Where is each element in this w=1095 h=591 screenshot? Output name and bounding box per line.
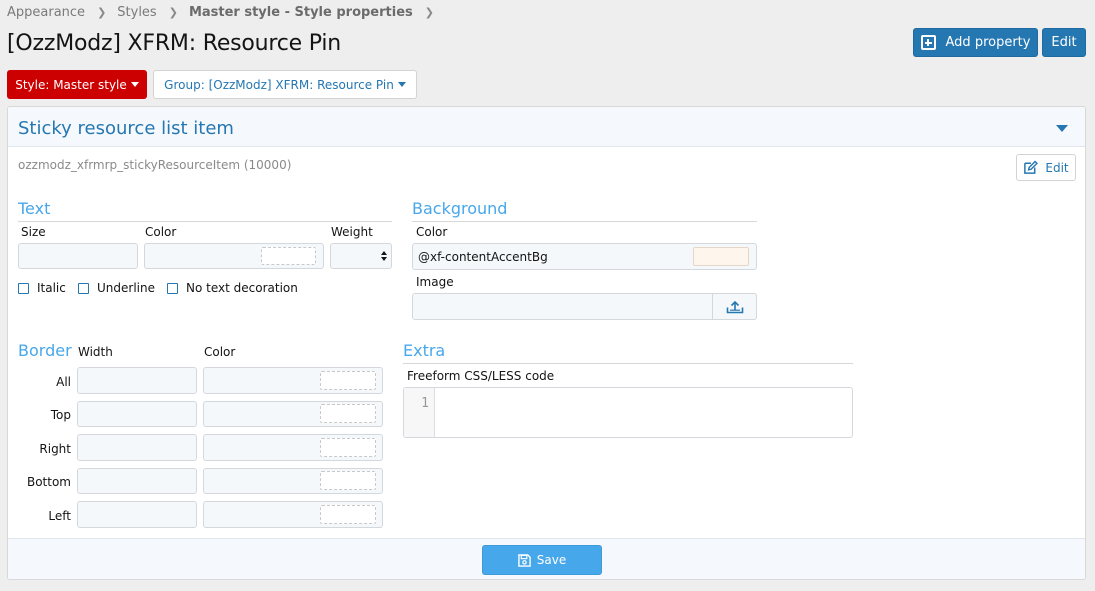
border-bottom-color-swatch[interactable] <box>320 471 376 490</box>
property-panel: Sticky resource list item ozzmodz_xfrmrp… <box>7 106 1086 580</box>
border-section-title: Border <box>18 341 72 360</box>
border-row-label: Bottom <box>26 475 71 489</box>
breadcrumb: Appearance ❯ Styles ❯ Master style - Sty… <box>7 3 445 21</box>
page-title: [OzzModz] XFRM: Resource Pin <box>7 31 342 56</box>
save-label: Save <box>536 553 567 567</box>
background-section-title: Background <box>412 199 508 218</box>
group-filter-label: Group: [OzzModz] XFRM: Resource Pin <box>164 77 394 92</box>
italic-label: Italic <box>37 281 66 295</box>
panel-footer: Save <box>8 538 1085 579</box>
save-button[interactable]: Save <box>482 545 602 575</box>
border-row-label: All <box>56 375 71 389</box>
chevron-right-icon: ❯ <box>424 5 434 19</box>
background-color-swatch[interactable] <box>693 247 749 266</box>
edit-property-button[interactable]: Edit <box>1016 154 1076 181</box>
add-property-button[interactable]: Add property <box>913 28 1038 57</box>
edit-property-label: Edit <box>1045 160 1069 175</box>
chevron-right-icon: ❯ <box>168 5 178 19</box>
checkbox-icon <box>167 282 178 294</box>
style-filter-label: Style: Master style <box>15 77 127 92</box>
checkbox-icon <box>78 282 89 294</box>
text-size-label: Size <box>21 225 46 239</box>
add-property-label: Add property <box>945 35 1031 50</box>
italic-checkbox[interactable]: Italic <box>18 281 66 295</box>
underline-label: Underline <box>97 281 155 295</box>
select-arrows-icon <box>381 251 387 261</box>
text-color-label: Color <box>145 225 177 239</box>
checkbox-icon <box>18 282 29 294</box>
border-top-width-input[interactable] <box>77 401 197 427</box>
no-decoration-checkbox[interactable]: No text decoration <box>167 281 298 295</box>
border-left-color-swatch[interactable] <box>320 505 376 524</box>
background-section-rule <box>412 221 757 222</box>
border-row-label: Top <box>50 408 71 422</box>
border-right-width-input[interactable] <box>77 434 197 461</box>
edit-label: Edit <box>1051 35 1077 50</box>
border-right-color-swatch[interactable] <box>320 438 376 457</box>
plus-square-icon <box>920 35 936 50</box>
border-bottom-width-input[interactable] <box>77 468 197 494</box>
no-decoration-label: No text decoration <box>186 281 298 295</box>
background-color-label: Color <box>416 225 448 239</box>
upload-button[interactable] <box>712 293 757 320</box>
style-filter-button[interactable]: Style: Master style <box>7 70 147 99</box>
text-color-swatch[interactable] <box>261 247 316 265</box>
text-section-title: Text <box>18 199 51 218</box>
collapse-caret-icon[interactable] <box>1056 125 1068 132</box>
text-section-rule <box>18 221 392 222</box>
chevron-right-icon: ❯ <box>97 5 107 19</box>
save-icon <box>517 553 531 567</box>
line-number: 1 <box>421 396 429 411</box>
underline-checkbox[interactable]: Underline <box>78 281 155 295</box>
extra-section-rule <box>403 363 853 364</box>
border-top-color-swatch[interactable] <box>320 404 376 423</box>
border-left-width-input[interactable] <box>77 501 197 528</box>
text-weight-label: Weight <box>331 225 373 239</box>
border-all-color-swatch[interactable] <box>320 371 376 390</box>
breadcrumb-style-properties[interactable]: Master style - Style properties <box>189 5 413 20</box>
border-all-width-input[interactable] <box>77 367 197 394</box>
breadcrumb-appearance[interactable]: Appearance <box>7 5 85 20</box>
panel-header[interactable]: Sticky resource list item <box>8 107 1085 147</box>
text-size-input[interactable] <box>18 243 138 269</box>
freeform-css-editor[interactable]: 1 <box>403 387 853 438</box>
code-gutter: 1 <box>404 388 435 437</box>
border-row-label: Left <box>48 509 71 523</box>
edit-button[interactable]: Edit <box>1042 28 1086 57</box>
freeform-css-label: Freeform CSS/LESS code <box>407 369 555 383</box>
background-image-input[interactable] <box>412 293 757 320</box>
extra-section-title: Extra <box>403 341 446 360</box>
text-weight-select[interactable] <box>330 243 392 269</box>
edit-icon <box>1024 160 1039 174</box>
border-row-label: Right <box>39 442 71 456</box>
background-image-label: Image <box>416 275 454 289</box>
group-filter-button[interactable]: Group: [OzzModz] XFRM: Resource Pin <box>153 70 417 99</box>
upload-icon <box>726 300 743 313</box>
caret-down-icon <box>130 82 139 87</box>
panel-title: Sticky resource list item <box>18 118 234 139</box>
border-width-label: Width <box>78 345 113 359</box>
breadcrumb-styles[interactable]: Styles <box>117 5 156 20</box>
caret-down-icon <box>397 82 406 87</box>
border-color-label: Color <box>204 345 236 359</box>
property-id: ozzmodz_xfrmrp_stickyResourceItem (10000… <box>18 158 292 172</box>
